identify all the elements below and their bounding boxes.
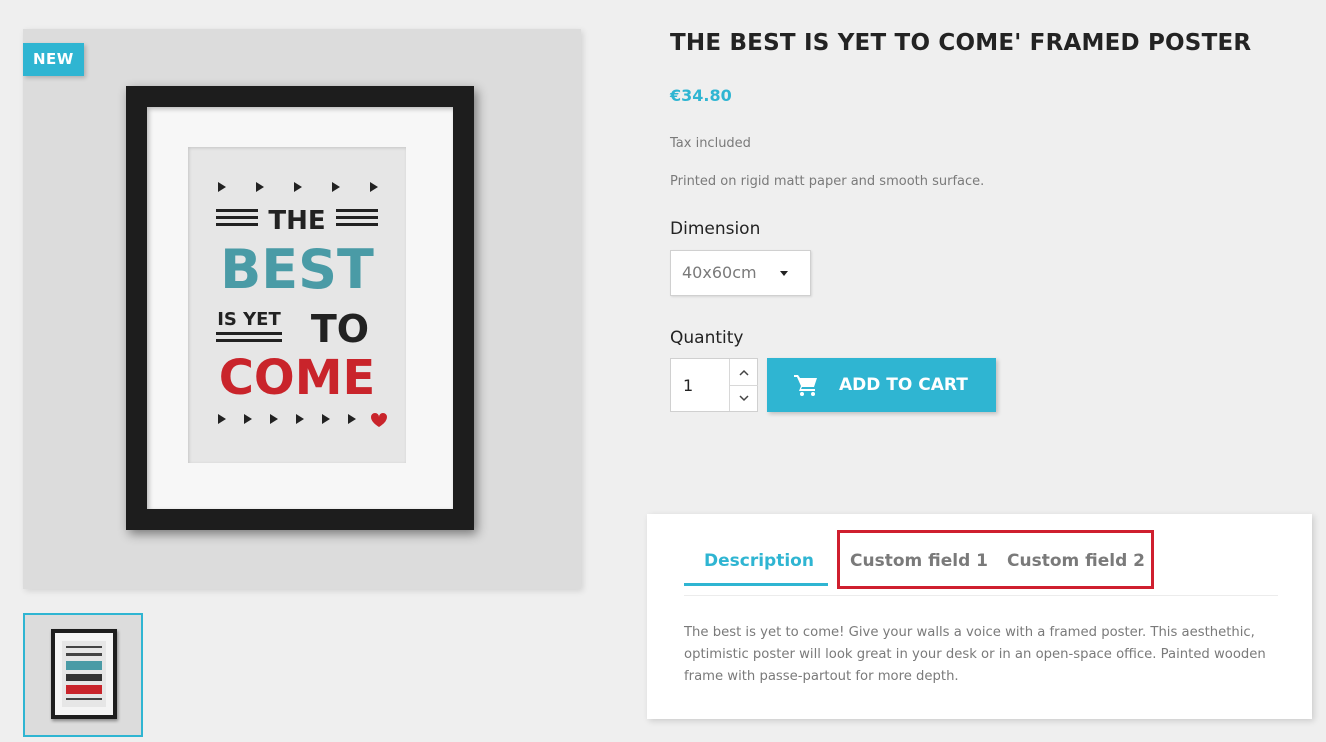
dimension-label: Dimension [670, 219, 761, 239]
add-to-cart-label: ADD TO CART [839, 375, 968, 395]
product-title: THE BEST IS YET TO COME' FRAMED POSTER [670, 30, 1252, 56]
poster-text-the: THE [268, 206, 325, 236]
dimension-value: 40x60cm [682, 263, 757, 282]
thumbnail-frame [51, 629, 117, 719]
tax-note: Tax included [670, 136, 751, 151]
quantity-decrease-button[interactable] [730, 385, 758, 411]
poster-text-best: BEST [220, 238, 374, 301]
add-to-cart-button[interactable]: ADD TO CART [767, 358, 996, 412]
tabs-divider [684, 595, 1278, 596]
poster-text-come: COME [219, 350, 376, 406]
quantity-input[interactable]: 1 [683, 376, 693, 395]
dimension-select[interactable]: 40x60cm [670, 250, 811, 296]
new-badge: NEW [23, 43, 84, 76]
short-description: Printed on rigid matt paper and smooth s… [670, 174, 985, 189]
product-thumbnail[interactable] [23, 613, 143, 737]
poster-matte: THE BEST IS YET TO COME [147, 107, 453, 509]
thumbnail-artwork [62, 641, 106, 707]
poster-text-to: TO [311, 307, 369, 351]
cart-icon [794, 375, 817, 396]
poster-artwork-graphic: THE BEST IS YET TO COME [216, 182, 387, 427]
quantity-label: Quantity [670, 328, 744, 348]
quantity-stepper[interactable]: 1 [670, 358, 758, 412]
active-tab-indicator [684, 583, 828, 586]
tab-description[interactable]: Description [704, 551, 814, 571]
caret-down-icon [780, 271, 788, 276]
chevron-down-icon [739, 394, 749, 401]
poster-frame: THE BEST IS YET TO COME [126, 86, 474, 530]
chevron-up-icon [739, 369, 749, 376]
product-price: €34.80 [670, 86, 732, 105]
description-text: The best is yet to come! Give your walls… [684, 625, 1266, 684]
poster-artwork: THE BEST IS YET TO COME [188, 147, 406, 463]
quantity-increase-button[interactable] [730, 359, 758, 386]
product-tabs-card: Description Custom field 1 Custom field … [647, 514, 1312, 719]
product-cover-image[interactable]: THE BEST IS YET TO COME NEW [23, 29, 581, 589]
custom-tabs-highlight-box [837, 530, 1154, 589]
heart-icon [371, 413, 387, 427]
poster-text-is-yet: IS YET [217, 309, 281, 330]
